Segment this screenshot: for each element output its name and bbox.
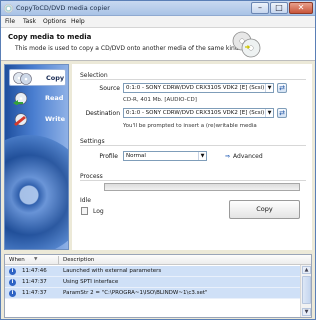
profile-label: Profile xyxy=(99,153,118,160)
chevron-down-icon: ▼ xyxy=(198,152,206,160)
selection-divider xyxy=(80,79,306,80)
advanced-label: Advanced xyxy=(233,153,263,160)
nav-item-write[interactable]: Write xyxy=(9,111,66,128)
refresh-icon: ⇄ xyxy=(279,84,285,92)
log-panel: When ▼ Description i 11:47:46 Launched w… xyxy=(4,254,312,318)
write-disc-icon xyxy=(14,113,28,126)
log-description: Launched with external parameters xyxy=(63,268,162,274)
process-divider xyxy=(80,180,306,181)
log-time: 11:47:37 xyxy=(22,290,47,296)
title-bar[interactable]: CopyToCD/DVD media copier – □ ✕ xyxy=(1,1,315,16)
refresh-source-button[interactable]: ⇄ xyxy=(277,83,287,93)
copy-discs-icon xyxy=(232,31,261,58)
chevron-down-icon: ▼ xyxy=(265,84,273,92)
close-button[interactable]: ✕ xyxy=(289,2,313,14)
nav-item-copy[interactable]: Copy xyxy=(9,69,66,86)
header-banner: Copy media to media This mode is used to… xyxy=(1,28,315,61)
status-text: Idle xyxy=(80,197,91,204)
column-description[interactable]: Description xyxy=(63,257,94,263)
app-window: CopyToCD/DVD media copier – □ ✕ File Tas… xyxy=(0,0,316,320)
info-icon: i xyxy=(9,290,16,297)
menu-help[interactable]: Help xyxy=(71,18,85,25)
banner-title: Copy media to media xyxy=(8,33,92,41)
arrow-right-icon: ⇒ xyxy=(225,153,231,160)
source-value: 0:1:0 - SONY CDRW/DVD CRX310S VDK2 [E] (… xyxy=(126,85,265,91)
menu-bar: File Task Options Help xyxy=(1,16,315,28)
column-divider[interactable] xyxy=(58,256,59,264)
profile-value: Normal xyxy=(126,153,146,159)
menu-options[interactable]: Options xyxy=(43,18,66,25)
chevron-down-icon: ▼ xyxy=(265,109,273,117)
column-when[interactable]: When xyxy=(9,257,25,263)
refresh-icon: ⇄ xyxy=(279,109,285,117)
copy-disc-icon xyxy=(13,72,32,85)
scroll-up-icon[interactable]: ▲ xyxy=(302,266,311,274)
main-panel: Selection Source 0:1:0 - SONY CDRW/DVD C… xyxy=(72,64,312,250)
log-header: When ▼ Description xyxy=(5,255,311,265)
log-description: ParamStr 2 = "C:\PROGRA~1\ISO\BLINDW~1\c… xyxy=(63,290,208,296)
settings-heading: Settings xyxy=(80,138,105,145)
log-row[interactable]: i 11:47:46 Launched with external parame… xyxy=(5,266,301,277)
maximize-button[interactable]: □ xyxy=(270,2,288,14)
menu-file[interactable]: File xyxy=(5,18,15,25)
log-file-icon xyxy=(81,207,88,215)
profile-select[interactable]: Normal ▼ xyxy=(123,151,207,161)
process-heading: Process xyxy=(80,173,103,180)
copy-button[interactable]: Copy xyxy=(229,200,300,219)
destination-value: 0:1:0 - SONY CDRW/DVD CRX310S VDK2 [E] (… xyxy=(126,110,265,116)
log-row[interactable]: i 11:47:37 Using SPTI interface xyxy=(5,277,301,288)
log-scrollbar[interactable]: ▲ ▼ xyxy=(300,265,311,317)
info-icon: i xyxy=(9,268,16,275)
nav-item-read[interactable]: Read xyxy=(9,90,66,107)
refresh-destination-button[interactable]: ⇄ xyxy=(277,108,287,118)
log-row[interactable]: i 11:47:37 ParamStr 2 = "C:\PROGRA~1\ISO… xyxy=(5,288,301,299)
advanced-link[interactable]: ⇒ Advanced xyxy=(225,153,263,160)
log-time: 11:47:46 xyxy=(22,268,47,274)
nav-label-read: Read xyxy=(45,94,64,102)
read-disc-icon xyxy=(13,92,28,105)
log-time: 11:47:37 xyxy=(22,279,47,285)
banner-description: This mode is used to copy a CD/DVD onto … xyxy=(15,45,239,52)
log-description: Using SPTI interface xyxy=(63,279,119,285)
source-label: Source xyxy=(99,85,120,92)
app-disc-icon xyxy=(4,4,13,13)
minimize-button[interactable]: – xyxy=(251,2,269,14)
scroll-thumb[interactable] xyxy=(302,276,311,304)
destination-info: You'll be prompted to insert a (re)writa… xyxy=(123,123,257,129)
progress-bar xyxy=(104,183,300,191)
scroll-down-icon[interactable]: ▼ xyxy=(302,308,311,316)
menu-task[interactable]: Task xyxy=(23,18,36,25)
log-link[interactable]: Log xyxy=(93,208,104,215)
sort-down-icon: ▼ xyxy=(34,257,38,262)
source-select[interactable]: 0:1:0 - SONY CDRW/DVD CRX310S VDK2 [E] (… xyxy=(123,83,274,93)
window-title: CopyToCD/DVD media copier xyxy=(16,4,110,12)
settings-divider xyxy=(80,145,306,146)
destination-label: Destination xyxy=(85,110,120,117)
info-icon: i xyxy=(9,279,16,286)
source-info: CD-R, 401 Mb. [AUDIO-CD] xyxy=(123,97,197,103)
selection-heading: Selection xyxy=(80,72,108,79)
destination-select[interactable]: 0:1:0 - SONY CDRW/DVD CRX310S VDK2 [E] (… xyxy=(123,108,274,118)
nav-label-copy: Copy xyxy=(46,74,65,82)
